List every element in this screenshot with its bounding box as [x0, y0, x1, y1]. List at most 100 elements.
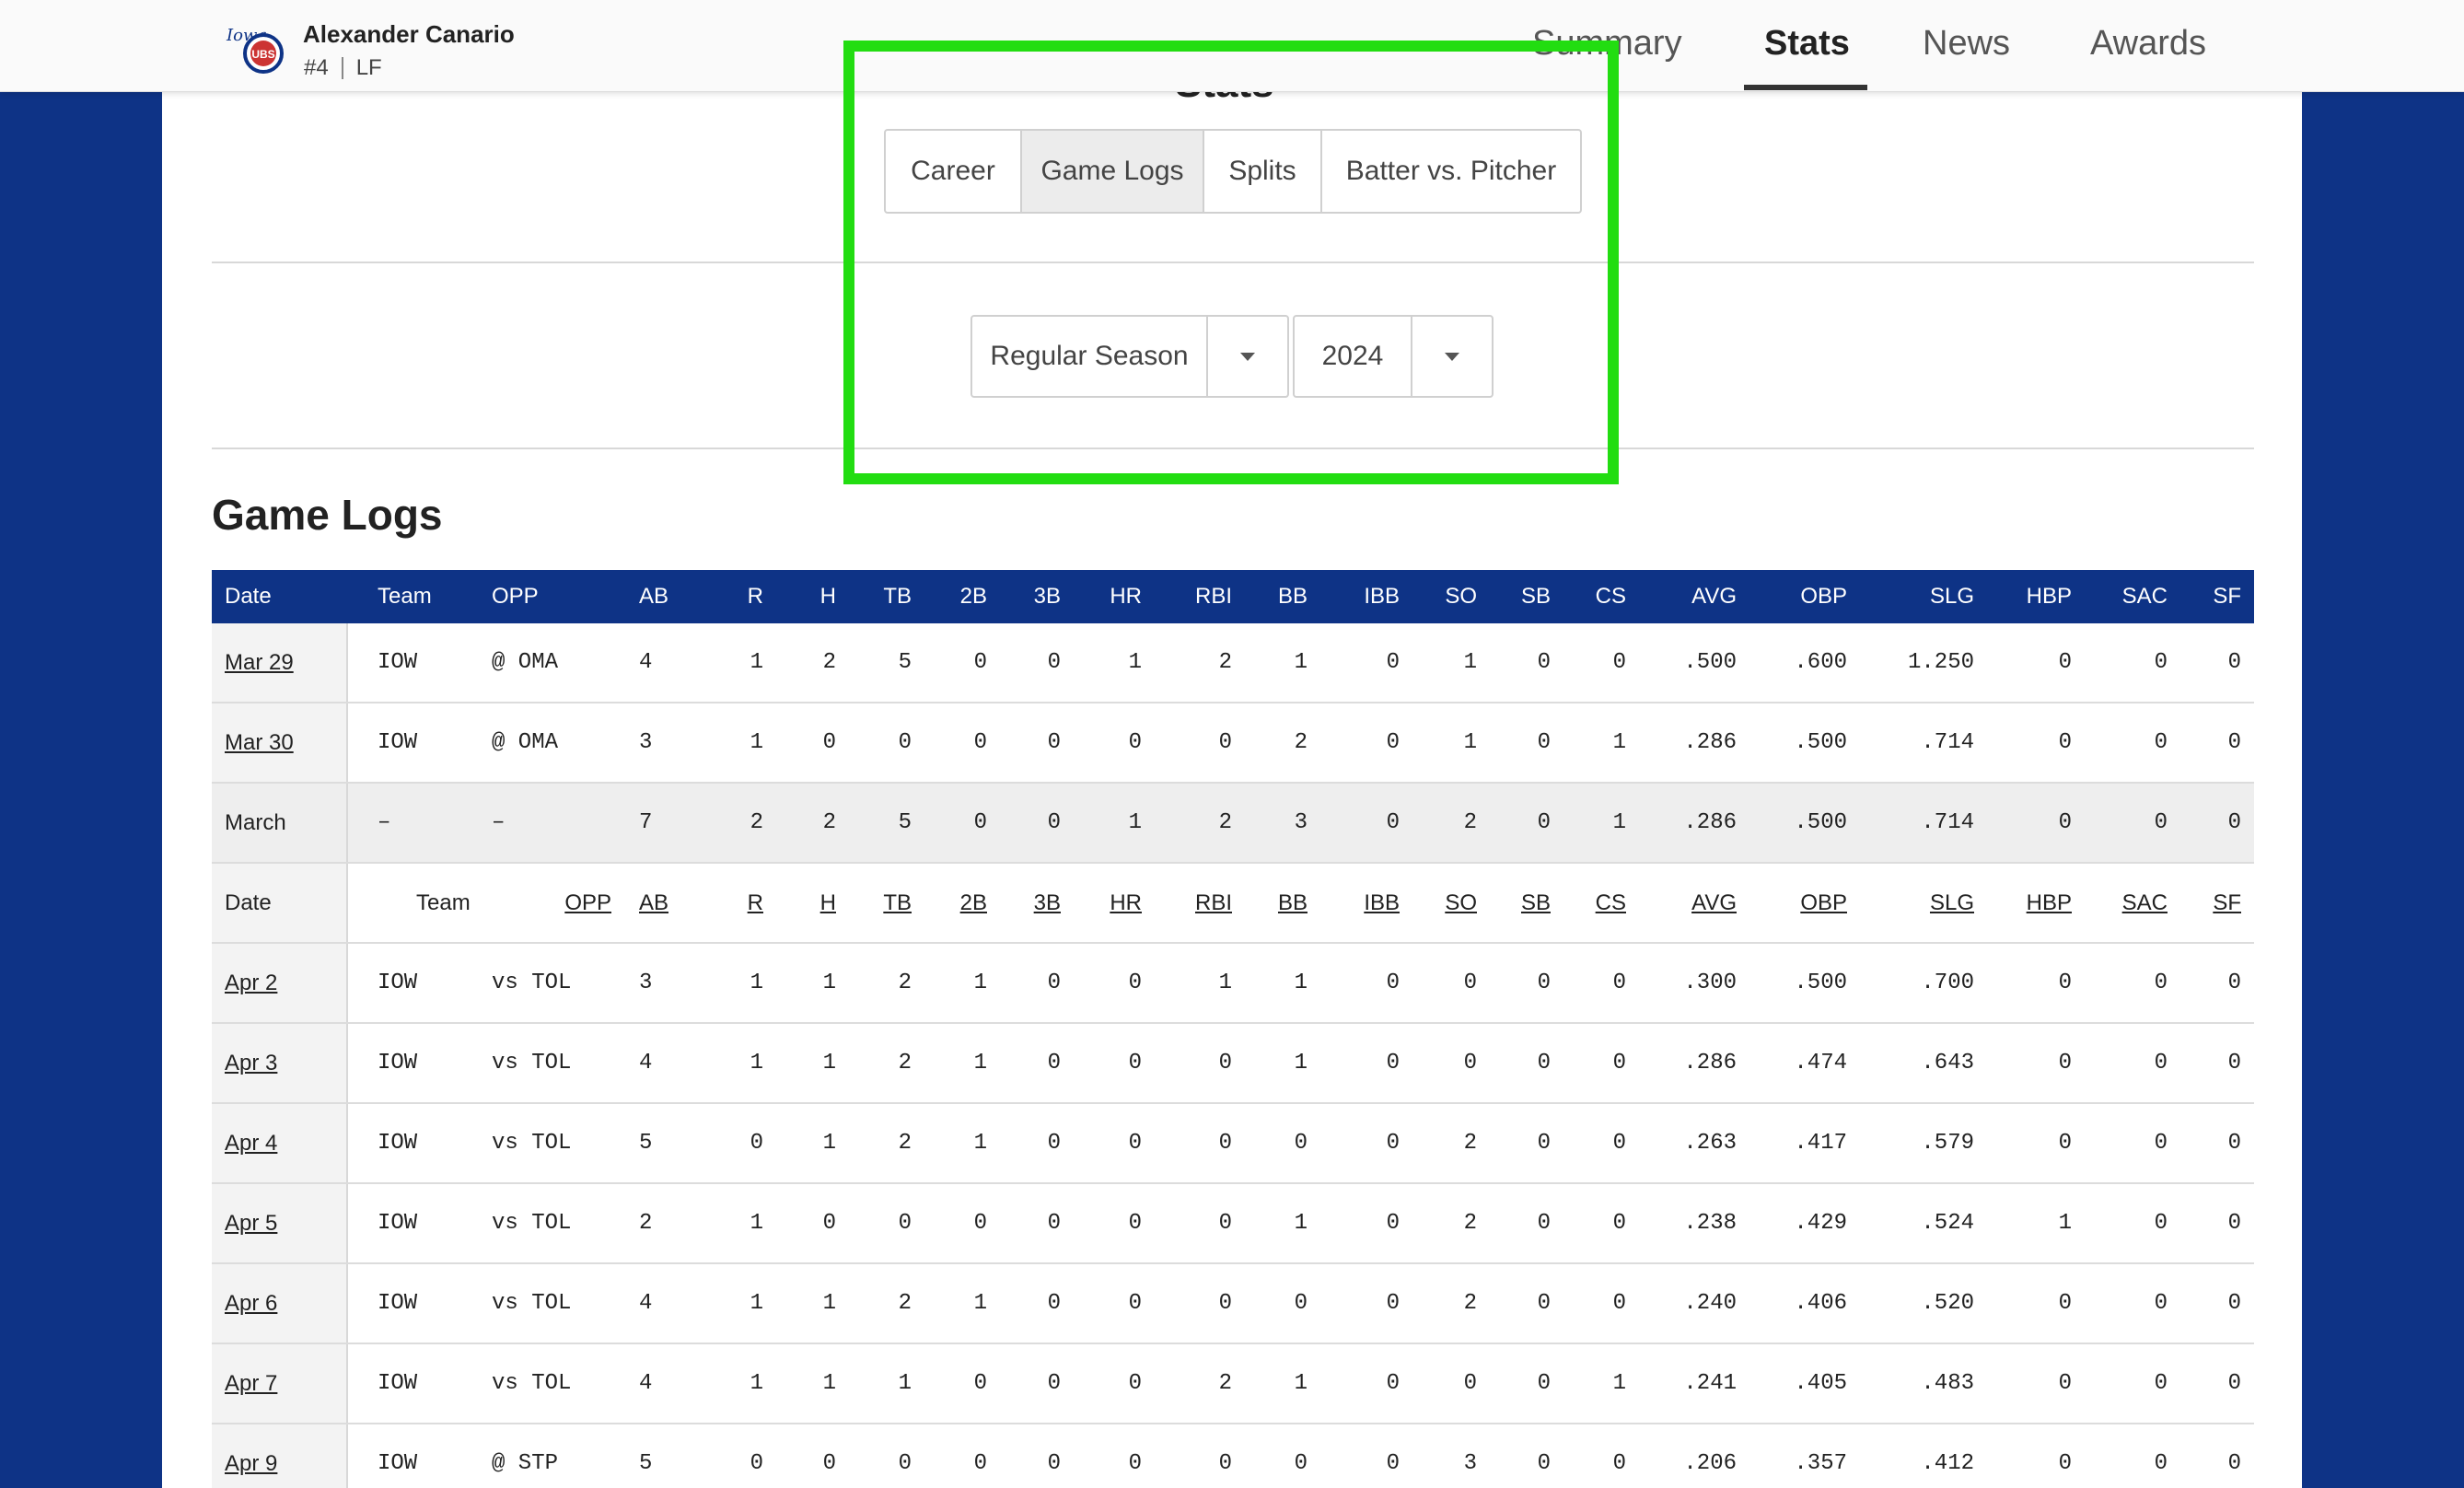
cell-3b: 0 — [1047, 971, 1061, 995]
cell-so: 3 — [1463, 1451, 1477, 1476]
game-date-link[interactable]: Mar 30 — [225, 730, 294, 756]
cell-h: 1 — [822, 1051, 836, 1075]
cell-team: IOW — [378, 650, 418, 675]
column-header-h[interactable]: H — [820, 570, 836, 623]
cell-opp: vs TOL — [492, 1131, 572, 1156]
subheader-opp[interactable]: OPP — [564, 864, 611, 942]
column-header-3b[interactable]: 3B — [1034, 570, 1061, 623]
cell-hbp: 0 — [2058, 730, 2072, 755]
nav-summary[interactable]: Summary — [1532, 24, 1682, 64]
cell-slg: .483 — [1921, 1371, 1974, 1396]
column-header-rbi[interactable]: RBI — [1195, 570, 1232, 623]
cell-opp: vs TOL — [492, 971, 572, 995]
subheader-obp[interactable]: OBP — [1800, 864, 1847, 942]
cell-avg: .500 — [1683, 650, 1737, 675]
subheader-ab[interactable]: AB — [639, 864, 668, 942]
column-header-avg[interactable]: AVG — [1691, 570, 1737, 623]
subheader-bb[interactable]: BB — [1278, 864, 1308, 942]
cell-hr: 0 — [1128, 730, 1142, 755]
cell-2b: 1 — [973, 971, 987, 995]
table-row: Apr 7 IOW vs TOL 4 1 1 1 0 0 0 2 1 0 0 0 1 .241 .405 .483 0… — [212, 1344, 2254, 1424]
season-type-dropdown-button[interactable] — [1208, 317, 1287, 396]
column-header-sb[interactable]: SB — [1521, 570, 1551, 623]
column-header-bb[interactable]: BB — [1278, 570, 1308, 623]
column-header-hbp[interactable]: HBP — [2027, 570, 2072, 623]
cell-slg: .520 — [1921, 1291, 1974, 1316]
cell-rbi: 1 — [1218, 971, 1232, 995]
subheader-cs[interactable]: CS — [1596, 864, 1626, 942]
year-select[interactable]: 2024 — [1293, 315, 1494, 398]
cell-sb: 0 — [1537, 1211, 1551, 1236]
subheader-hbp[interactable]: HBP — [2027, 864, 2072, 942]
column-header-ab[interactable]: AB — [639, 570, 668, 623]
column-header-date[interactable]: Date — [225, 570, 272, 623]
tab-batter-vs-pitcher[interactable]: Batter vs. Pitcher — [1322, 131, 1580, 212]
year-dropdown-button[interactable] — [1412, 317, 1492, 396]
tab-career[interactable]: Career — [886, 131, 1022, 212]
nav-news[interactable]: News — [1923, 24, 2010, 64]
column-header-cs[interactable]: CS — [1596, 570, 1626, 623]
cell-ab: 3 — [639, 730, 653, 755]
subheader-avg[interactable]: AVG — [1691, 864, 1737, 942]
cell-h: 1 — [822, 1131, 836, 1156]
cell-sac: 0 — [2154, 730, 2168, 755]
column-header-team[interactable]: Team — [378, 570, 432, 623]
team-logo-icon[interactable]: Iowa UBS — [225, 20, 287, 76]
season-type-select[interactable]: Regular Season — [970, 315, 1289, 398]
table-row: Apr 5 IOW vs TOL 2 1 0 0 0 0 0 0 1 0 2 0 0 .238 .429 .524 1… — [212, 1184, 2254, 1264]
subheader-tb[interactable]: TB — [883, 864, 912, 942]
game-date-link[interactable]: Apr 3 — [225, 1051, 277, 1076]
subheader-2b[interactable]: 2B — [960, 864, 987, 942]
column-header-sac[interactable]: SAC — [2122, 570, 2168, 623]
subheader-so[interactable]: SO — [1445, 864, 1477, 942]
subheader-sb[interactable]: SB — [1521, 864, 1551, 942]
cell-sb: 0 — [1537, 730, 1551, 755]
column-header-ibb[interactable]: IBB — [1364, 570, 1400, 623]
subheader-3b[interactable]: 3B — [1034, 864, 1061, 942]
game-date-link[interactable]: Apr 7 — [225, 1371, 277, 1397]
game-date-link[interactable]: Apr 9 — [225, 1451, 277, 1477]
subheader-sf[interactable]: SF — [2213, 864, 2241, 942]
nav-awards[interactable]: Awards — [2090, 24, 2206, 64]
cell-h: 0 — [822, 730, 836, 755]
nav-stats[interactable]: Stats — [1764, 24, 1850, 64]
tab-splits[interactable]: Splits — [1204, 131, 1322, 212]
column-header-r[interactable]: R — [748, 570, 763, 623]
game-date-link[interactable]: Apr 2 — [225, 971, 277, 996]
game-date-link[interactable]: Apr 5 — [225, 1211, 277, 1237]
cell-bb: 1 — [1294, 1211, 1308, 1236]
cell-cs: 1 — [1612, 810, 1626, 835]
subheader-sac[interactable]: SAC — [2122, 864, 2168, 942]
cell-ab: 2 — [639, 1211, 653, 1236]
column-header-opp[interactable]: OPP — [492, 570, 539, 623]
tab-game-logs[interactable]: Game Logs — [1022, 131, 1204, 212]
column-header-obp[interactable]: OBP — [1800, 570, 1847, 623]
column-header-slg[interactable]: SLG — [1930, 570, 1974, 623]
page-background-right — [2302, 0, 2464, 1488]
subheader-r[interactable]: R — [748, 864, 763, 942]
column-header-sf[interactable]: SF — [2213, 570, 2241, 623]
subheader-rbi[interactable]: RBI — [1195, 864, 1232, 942]
subheader-h[interactable]: H — [820, 864, 836, 942]
cell-obp: .500 — [1794, 730, 1847, 755]
cell-sb: 0 — [1537, 1451, 1551, 1476]
game-date-link[interactable]: Mar 29 — [225, 650, 294, 676]
date-cell: Mar 30 — [225, 703, 294, 782]
subheader-slg[interactable]: SLG — [1930, 864, 1974, 942]
cell-2b: 0 — [973, 1371, 987, 1396]
cell-cs: 0 — [1612, 650, 1626, 675]
subheader-ibb[interactable]: IBB — [1364, 864, 1400, 942]
column-header-2b[interactable]: 2B — [960, 570, 987, 623]
cell-sf: 0 — [2227, 1131, 2241, 1156]
game-date-link[interactable]: Apr 6 — [225, 1291, 277, 1317]
cell-tb: 0 — [898, 1451, 912, 1476]
column-header-hr[interactable]: HR — [1110, 570, 1142, 623]
cell-sb: 0 — [1537, 971, 1551, 995]
subheader-hr[interactable]: HR — [1110, 864, 1142, 942]
cell-hbp: 0 — [2058, 650, 2072, 675]
column-header-so[interactable]: SO — [1445, 570, 1477, 623]
nav-active-indicator — [1744, 85, 1867, 90]
game-date-link[interactable]: Apr 4 — [225, 1131, 277, 1157]
cell-hr: 0 — [1128, 1371, 1142, 1396]
column-header-tb[interactable]: TB — [883, 570, 912, 623]
